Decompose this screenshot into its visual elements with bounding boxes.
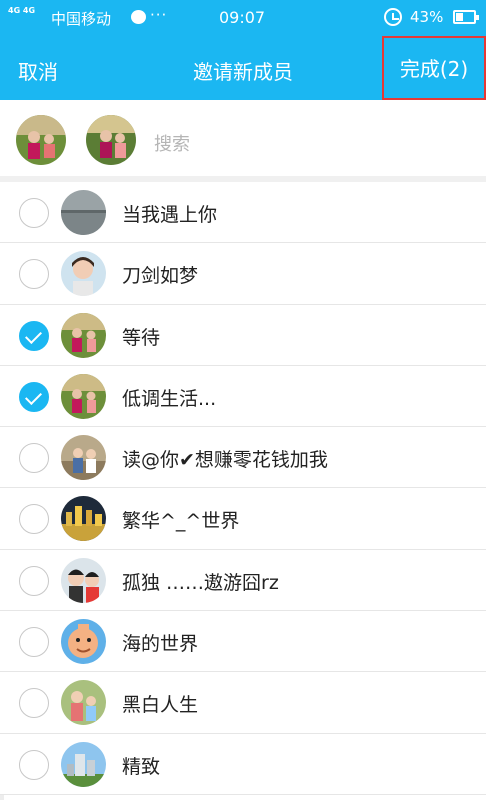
signal-icon: 4G 4G (8, 6, 36, 15)
battery-percent: 43% (410, 8, 444, 26)
contact-name: 孤独 ……遨游囧rz (122, 571, 279, 594)
contact-row[interactable]: 黑白人生 (0, 672, 486, 734)
contact-name: 繁华^_^世界 (122, 510, 240, 533)
contact-name: 海的世界 (122, 633, 199, 656)
checked-checkbox[interactable] (19, 320, 49, 351)
contact-row[interactable]: 海的世界 (0, 611, 486, 673)
contact-avatar (61, 619, 106, 665)
battery-icon (453, 10, 479, 24)
unchecked-checkbox[interactable] (19, 259, 49, 290)
contact-row[interactable]: 刀剑如梦 (0, 243, 486, 305)
contact-name: 刀剑如梦 (122, 265, 199, 288)
contact-avatar (61, 741, 106, 787)
selected-avatar[interactable] (86, 115, 136, 165)
more-notifications: ··· (150, 6, 168, 24)
unchecked-checkbox[interactable] (19, 504, 49, 535)
contact-row[interactable]: 孤独 ……遨游囧rz (0, 549, 486, 612)
contact-avatar (61, 435, 106, 481)
unchecked-checkbox[interactable] (19, 627, 49, 658)
contact-avatar (61, 190, 106, 235)
carrier-name: 中国移动 (51, 10, 112, 28)
nav-bar: 取消 邀请新成员 完成(2) (0, 36, 486, 100)
contact-row[interactable]: 读@你✔想赚零花钱加我 (0, 427, 486, 489)
contact-row[interactable]: 精致 (0, 733, 486, 795)
unchecked-checkbox[interactable] (19, 443, 49, 474)
checked-checkbox[interactable] (19, 381, 49, 412)
contact-row[interactable]: 等待 (0, 304, 486, 366)
contact-avatar (61, 251, 106, 297)
unchecked-checkbox[interactable] (19, 198, 49, 228)
contact-avatar (61, 557, 106, 603)
done-button[interactable]: 完成(2) (382, 36, 486, 100)
clock: 09:07 (219, 8, 266, 27)
contact-avatar (61, 680, 106, 726)
contact-row[interactable]: 当我遇上你 (0, 182, 486, 244)
contact-avatar (61, 496, 106, 542)
search-input[interactable]: 搜索 (154, 130, 190, 156)
unchecked-checkbox[interactable] (19, 749, 49, 780)
alarm-icon (384, 8, 402, 26)
contact-name: 当我遇上你 (122, 204, 218, 226)
contact-name: 读@你✔想赚零花钱加我 (122, 449, 328, 472)
contact-name: 精致 (122, 755, 161, 778)
unchecked-checkbox[interactable] (19, 565, 49, 596)
contact-list: 当我遇上你刀剑如梦等待低调生活... 读@你✔想赚零花钱加我 繁华^_^世界孤独 …… (0, 182, 486, 795)
contact-name: 等待 (122, 326, 161, 349)
selected-members-bar: 搜索 (0, 100, 486, 182)
cancel-button[interactable]: 取消 (18, 56, 58, 85)
selected-avatar[interactable] (16, 115, 66, 165)
contact-row[interactable]: 繁华^_^世界 (0, 488, 486, 550)
contact-avatar (61, 373, 106, 419)
contact-name: 低调生活... (122, 387, 217, 410)
contact-avatar (61, 312, 106, 358)
contact-name: 黑白人生 (122, 694, 199, 717)
unchecked-checkbox[interactable] (19, 688, 49, 719)
status-bar: 4G 4G 中国移动 ··· 09:07 43% (0, 0, 486, 36)
contact-row[interactable]: 低调生活... (0, 365, 486, 428)
chat-notification-icon (131, 10, 146, 24)
